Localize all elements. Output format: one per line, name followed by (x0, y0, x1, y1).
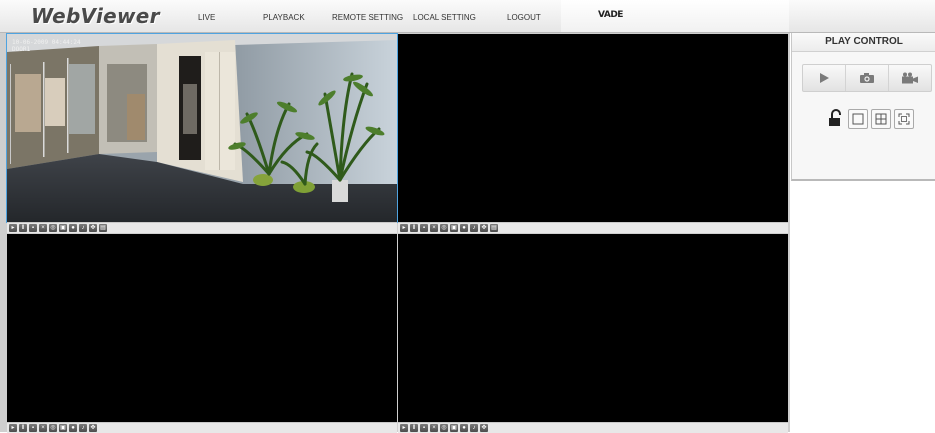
nav-logout[interactable]: LOGOUT (507, 13, 541, 22)
video-camera-icon (902, 72, 918, 84)
lock-icon[interactable]: ▤ (99, 224, 107, 232)
app-logo: WebViewer (31, 4, 160, 28)
nav-live[interactable]: LIVE (198, 13, 215, 22)
ptz-icon[interactable]: ✥ (480, 424, 488, 432)
play-button[interactable] (803, 65, 846, 91)
unlock-button[interactable] (827, 109, 845, 127)
quad-view-button[interactable] (871, 109, 891, 129)
zoom-icon[interactable]: ◎ (440, 424, 448, 432)
camera-toolbar-3: ▸ Ⅱ ▪ × ◎ ▣ ● ♪ ✥ (7, 422, 397, 433)
play-icon[interactable]: ▸ (9, 424, 17, 432)
ptz-icon[interactable]: ✥ (480, 224, 488, 232)
camera-timestamp: 10-06-2009 04:44:24 (12, 39, 81, 46)
playback-button-group (802, 64, 932, 92)
zoom-icon[interactable]: ◎ (440, 224, 448, 232)
stop-icon[interactable]: ▪ (29, 224, 37, 232)
stop-icon[interactable]: ▪ (29, 424, 37, 432)
fullscreen-icon (898, 113, 910, 125)
snapshot-icon[interactable]: ▣ (59, 424, 67, 432)
unlock-icon (829, 109, 841, 126)
brand-area: VADE (561, 0, 789, 32)
stop-icon[interactable]: ▪ (420, 424, 428, 432)
nav-playback[interactable]: PLAYBACK (263, 13, 305, 22)
video-screen-1[interactable]: 10-06-2009 04:44:24 DOOR1 (6, 33, 398, 223)
record-icon[interactable]: ● (69, 424, 77, 432)
layout-button-group (827, 109, 914, 129)
audio-icon[interactable]: ♪ (470, 224, 478, 232)
close-icon[interactable]: × (430, 424, 438, 432)
brand-logo: VADE (598, 10, 623, 20)
lock-icon[interactable]: ▤ (490, 224, 498, 232)
snapshot-button[interactable] (846, 65, 889, 91)
play-icon[interactable]: ▸ (9, 224, 17, 232)
pause-icon[interactable]: Ⅱ (19, 424, 27, 432)
video-pane-3[interactable]: ▸ Ⅱ ▪ × ◎ ▣ ● ♪ ✥ (7, 234, 397, 433)
snapshot-icon[interactable]: ▣ (450, 224, 458, 232)
camera-toolbar-4: ▸ Ⅱ ▪ × ◎ ▣ ● ♪ ✥ (398, 422, 788, 433)
video-screen-3[interactable] (7, 234, 397, 422)
video-pane-1[interactable]: 10-06-2009 04:44:24 DOOR1 ▸ Ⅱ ▪ × ◎ ▣ ● … (6, 33, 398, 233)
snapshot-icon[interactable]: ▣ (59, 224, 67, 232)
zoom-icon[interactable]: ◎ (49, 424, 57, 432)
top-header: WebViewer LIVE PLAYBACK REMOTE SETTING L… (0, 0, 935, 33)
quad-view-icon (875, 113, 887, 125)
play-control-title: PLAY CONTROL (792, 33, 935, 52)
play-control-panel: PLAY CONTROL (791, 33, 935, 181)
audio-icon[interactable]: ♪ (79, 424, 87, 432)
record-icon[interactable]: ● (460, 224, 468, 232)
single-view-icon (852, 113, 864, 125)
audio-icon[interactable]: ♪ (79, 224, 87, 232)
pause-icon[interactable]: Ⅱ (19, 224, 27, 232)
record-icon[interactable]: ● (69, 224, 77, 232)
close-icon[interactable]: × (39, 224, 47, 232)
video-grid: 10-06-2009 04:44:24 DOOR1 ▸ Ⅱ ▪ × ◎ ▣ ● … (0, 33, 790, 433)
pause-icon[interactable]: Ⅱ (410, 424, 418, 432)
camera-toolbar-1: ▸ Ⅱ ▪ × ◎ ▣ ● ♪ ✥ ▤ (7, 222, 397, 233)
camera-icon (860, 73, 874, 83)
pause-icon[interactable]: Ⅱ (410, 224, 418, 232)
camera-name: DOOR1 (12, 46, 31, 53)
video-pane-4[interactable]: ▸ Ⅱ ▪ × ◎ ▣ ● ♪ ✥ (398, 234, 788, 433)
zoom-icon[interactable]: ◎ (49, 224, 57, 232)
single-view-button[interactable] (848, 109, 868, 129)
stop-icon[interactable]: ▪ (420, 224, 428, 232)
play-icon[interactable]: ▸ (400, 424, 408, 432)
nav-local-setting[interactable]: LOCAL SETTING (413, 13, 476, 22)
play-icon[interactable]: ▸ (400, 224, 408, 232)
close-icon[interactable]: × (430, 224, 438, 232)
nav-remote-setting[interactable]: REMOTE SETTING (332, 13, 403, 22)
play-icon (820, 73, 829, 83)
camera-feed-image (7, 34, 397, 222)
camera-toolbar-2: ▸ Ⅱ ▪ × ◎ ▣ ● ♪ ✥ ▤ (398, 222, 788, 233)
video-screen-2[interactable] (398, 34, 788, 222)
camera-osd: 10-06-2009 04:44:24 DOOR1 (12, 39, 81, 53)
video-screen-4[interactable] (398, 234, 788, 422)
video-pane-2[interactable]: ▸ Ⅱ ▪ × ◎ ▣ ● ♪ ✥ ▤ (398, 34, 788, 233)
snapshot-icon[interactable]: ▣ (450, 424, 458, 432)
audio-icon[interactable]: ♪ (470, 424, 478, 432)
ptz-icon[interactable]: ✥ (89, 424, 97, 432)
fullscreen-button[interactable] (894, 109, 914, 129)
ptz-icon[interactable]: ✥ (89, 224, 97, 232)
record-button[interactable] (889, 65, 931, 91)
close-icon[interactable]: × (39, 424, 47, 432)
record-icon[interactable]: ● (460, 424, 468, 432)
